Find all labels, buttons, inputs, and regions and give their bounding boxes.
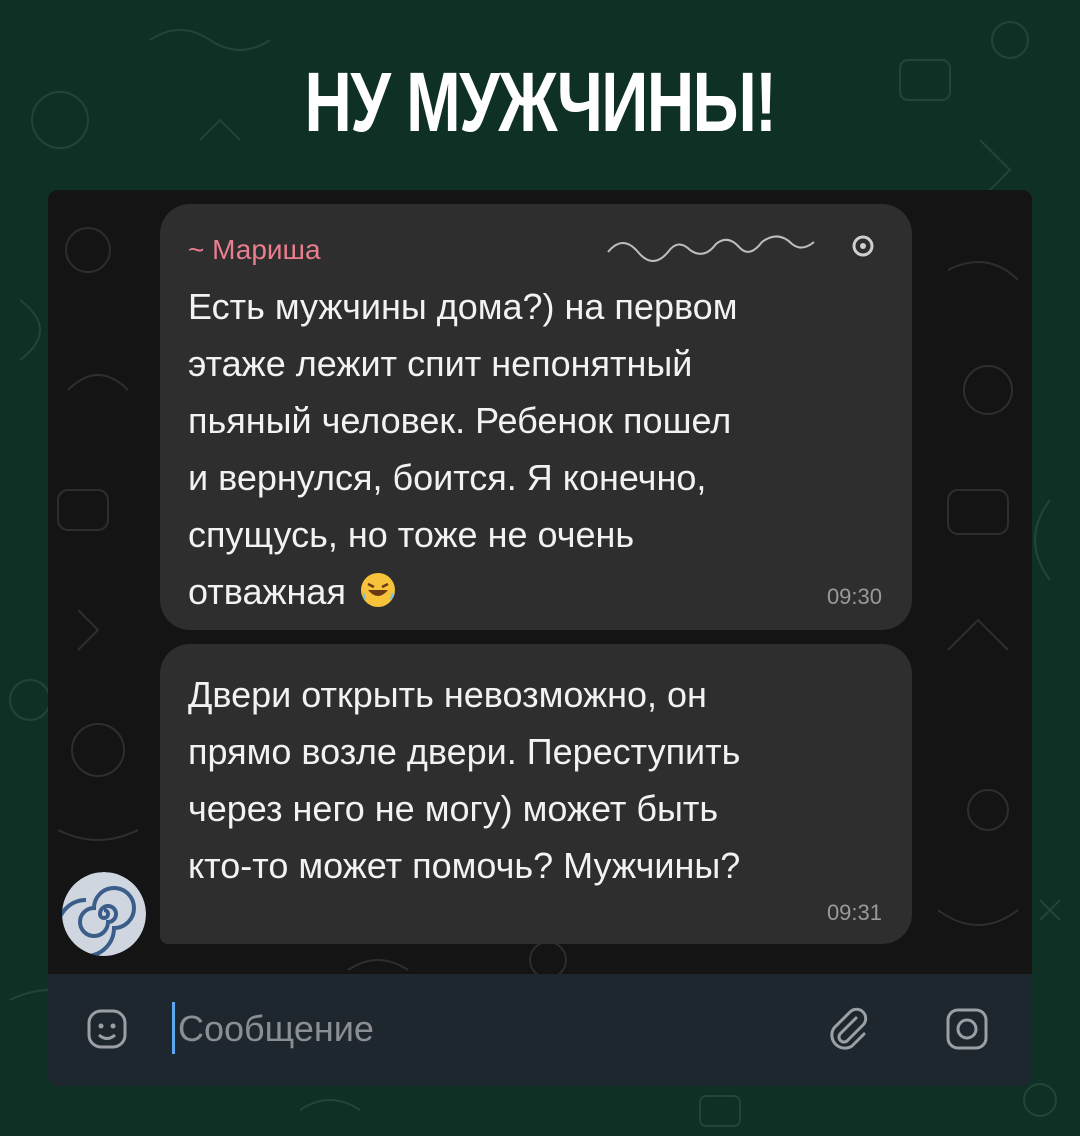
chat-screenshot: ~ Мариша Есть мужчины дома?) на первом э… [48, 190, 1032, 1086]
avatar[interactable] [62, 872, 146, 956]
sender-signature-icon [607, 235, 874, 262]
headline: НУ МУЖЧИНЫ! [304, 55, 777, 149]
message-time: 09:30 [826, 584, 882, 609]
message-bubble-1[interactable]: ~ Мариша Есть мужчины дома?) на первом э… [160, 204, 912, 630]
message-composer: Сообщение [48, 974, 1032, 1086]
spiral-avatar-icon [62, 872, 146, 956]
message-input[interactable]: Сообщение [178, 1008, 374, 1050]
sticker-icon[interactable] [84, 1006, 130, 1052]
text-cursor [172, 1002, 175, 1054]
message-text: Двери открыть невозможно, он прямо возле… [188, 674, 741, 886]
message-time: 09:31 [826, 900, 882, 925]
message-bubble-2[interactable]: Двери открыть невозможно, он прямо возле… [160, 644, 912, 944]
sender-name[interactable]: ~ Мариша [188, 234, 321, 266]
paperclip-icon[interactable] [824, 1006, 870, 1052]
camera-icon[interactable] [944, 1006, 990, 1052]
message-text: Есть мужчины дома?) на первом этаже лежи… [188, 286, 738, 612]
rolling-on-floor-laughing-icon [360, 573, 395, 607]
